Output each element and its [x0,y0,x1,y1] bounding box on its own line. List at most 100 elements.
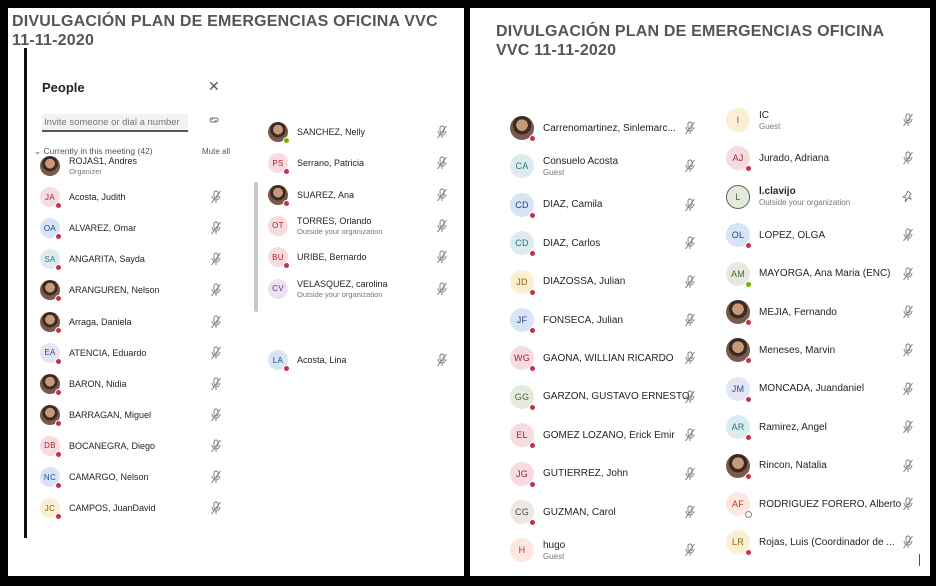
participant-row[interactable]: AM MAYORGA, Ana Maria (ENC) [726,260,920,288]
participant-row[interactable]: Hhugo Guest [510,536,700,564]
mic-muted-icon[interactable] [902,267,914,281]
participant-row[interactable]: OT TORRES, Orlando Outside your organizati… [268,214,448,238]
mic-muted-icon[interactable] [210,470,222,484]
participant-row[interactable]: WG GAONA, WILLIAN RICARDO [510,344,700,373]
participant-row[interactable]: SANCHEZ, Nelly [268,120,448,144]
mic-muted-icon[interactable] [210,252,222,266]
mic-muted-icon[interactable] [210,377,222,391]
mic-muted-icon[interactable] [684,505,696,519]
mic-muted-icon[interactable] [436,353,448,367]
participant-row[interactable]: AJ Jurado, Adriana [726,144,920,173]
mic-muted-icon[interactable] [902,459,914,473]
mic-muted-icon[interactable] [684,275,696,289]
presence-status-icon [283,137,290,144]
participant-row[interactable]: PS Serrano, Patricia [268,151,448,176]
mic-muted-icon[interactable] [902,420,914,434]
participant-row[interactable]: Carrenomartinez, Sinlemarc... [510,114,700,142]
mic-muted-icon[interactable] [684,351,696,365]
participant-names: RODRIGUEZ FORERO, Alberto [759,499,901,510]
close-icon[interactable]: ✕ [208,78,220,95]
mic-muted-icon[interactable] [684,313,696,327]
participant-names: FONSECA, Julian [543,315,623,326]
mic-muted-icon[interactable] [684,121,696,135]
mic-muted-icon[interactable] [902,151,914,165]
participant-row[interactable]: SA ANGARITA, Sayda [40,247,226,272]
participant-row[interactable]: CD DIAZ, Carlos [510,229,700,258]
participant-row[interactable]: MEJIA, Fernando [726,298,920,326]
participant-row[interactable]: SUAREZ, Ana [268,183,448,207]
participant-row[interactable]: AF RODRIGUEZ FORERO, Alberto [726,490,920,518]
participant-row[interactable]: AR Ramirez, Angel [726,413,920,442]
participant-row[interactable]: Arraga, Daniela [40,310,226,334]
mic-muted-icon[interactable] [902,382,914,396]
mic-muted-icon[interactable] [210,283,222,297]
mic-muted-icon[interactable] [902,535,914,549]
participant-row[interactable]: OA ALVAREZ, Omar [40,216,226,241]
mic-muted-icon[interactable] [684,236,696,250]
participant-row[interactable]: JA Acosta, Judith [40,185,226,210]
presence-status-icon [529,250,536,258]
participant-row[interactable]: ARANGUREN, Nelson [40,278,226,303]
avatar: OT [268,215,288,236]
participant-row[interactable]: JG GUTIERREZ, John [510,460,700,488]
mic-muted-icon[interactable] [210,439,222,453]
participant-row[interactable]: EA ATENCIA, Eduardo [40,341,226,365]
participant-names: VELASQUEZ, carolina Outside your organiza… [297,279,388,299]
participant-row[interactable]: DB BOCANEGRA, Diego [40,434,226,458]
mic-muted-icon[interactable] [436,188,448,202]
participant-row[interactable]: BARRAGAN, Miguel [40,403,226,427]
avatar: JC [40,498,62,521]
invite-input[interactable] [42,114,188,132]
mic-muted-icon[interactable] [436,282,448,296]
mic-muted-icon[interactable] [684,543,696,557]
mic-muted-icon[interactable] [436,219,448,233]
scrollbar[interactable] [254,182,258,312]
participant-row[interactable]: CG GUZMAN, Carol [510,498,700,526]
mic-muted-icon[interactable] [902,228,914,242]
participant-row[interactable]: BARON, Nidia [40,372,226,396]
mic-muted-icon[interactable] [436,250,448,264]
participant-row[interactable]: NC CAMARGO, Nelson [40,465,226,489]
participant-row[interactable]: CD DIAZ, Camila [510,191,700,219]
participant-row[interactable]: Ll.clavijo Outside your organization [726,183,920,211]
participant-row[interactable]: JF FONSECA, Julian [510,306,700,334]
participant-row[interactable]: Rincon, Natalia [726,452,920,480]
mic-muted-icon[interactable] [436,125,448,139]
participant-row[interactable]: LR Rojas, Luis (Coordinador de ... [726,528,920,557]
mic-muted-icon[interactable] [902,305,914,319]
mic-muted-icon[interactable] [902,343,914,357]
participant-row[interactable]: CA Consuelo Acosta Guest [510,152,700,180]
pin-icon[interactable] [902,190,914,204]
participant-row[interactable]: CV VELASQUEZ, carolina Outside your organi… [268,277,448,301]
mic-muted-icon[interactable] [210,408,222,422]
participant-row[interactable]: JM MONCADA, Juandaniel [726,375,920,403]
participant-names: Jurado, Adriana [759,153,829,164]
participant-row[interactable]: JC CAMPOS, JuanDavid [40,496,226,521]
mic-muted-icon[interactable] [210,190,222,204]
mic-muted-icon[interactable] [210,501,222,515]
mic-muted-icon[interactable] [684,390,696,404]
participant-row[interactable]: EL GOMEZ LOZANO, Erick Emir [510,421,700,450]
participant-row[interactable]: BU URIBE, Bernardo [268,245,448,270]
presence-status-icon [529,288,536,296]
mic-muted-icon[interactable] [684,428,696,442]
participant-subtitle: Outside your organization [297,226,383,236]
mic-muted-icon[interactable] [436,156,448,170]
participant-row[interactable]: OL LOPEZ, OLGA [726,221,920,250]
participant-row[interactable]: ROJAS1, Andres Organizer [40,154,226,178]
participant-row[interactable]: I IC Guest [726,106,920,134]
participant-row[interactable]: Meneses, Marvin [726,336,920,365]
mic-muted-icon[interactable] [684,198,696,212]
mic-muted-icon[interactable] [210,221,222,235]
share-invite-icon[interactable] [208,114,220,126]
participant-name: DIAZ, Camila [543,199,603,211]
mic-muted-icon[interactable] [684,467,696,481]
mic-muted-icon[interactable] [210,346,222,360]
participant-row[interactable]: LA Acosta, Lina [268,348,448,372]
mic-muted-icon[interactable] [902,497,914,511]
mic-muted-icon[interactable] [210,315,222,329]
participant-row[interactable]: GG GARZON, GUSTAVO ERNESTO [510,383,700,411]
participant-row[interactable]: JD DIAZOSSA, Julian [510,268,700,296]
mic-muted-icon[interactable] [684,159,696,173]
mic-muted-icon[interactable] [902,113,914,127]
